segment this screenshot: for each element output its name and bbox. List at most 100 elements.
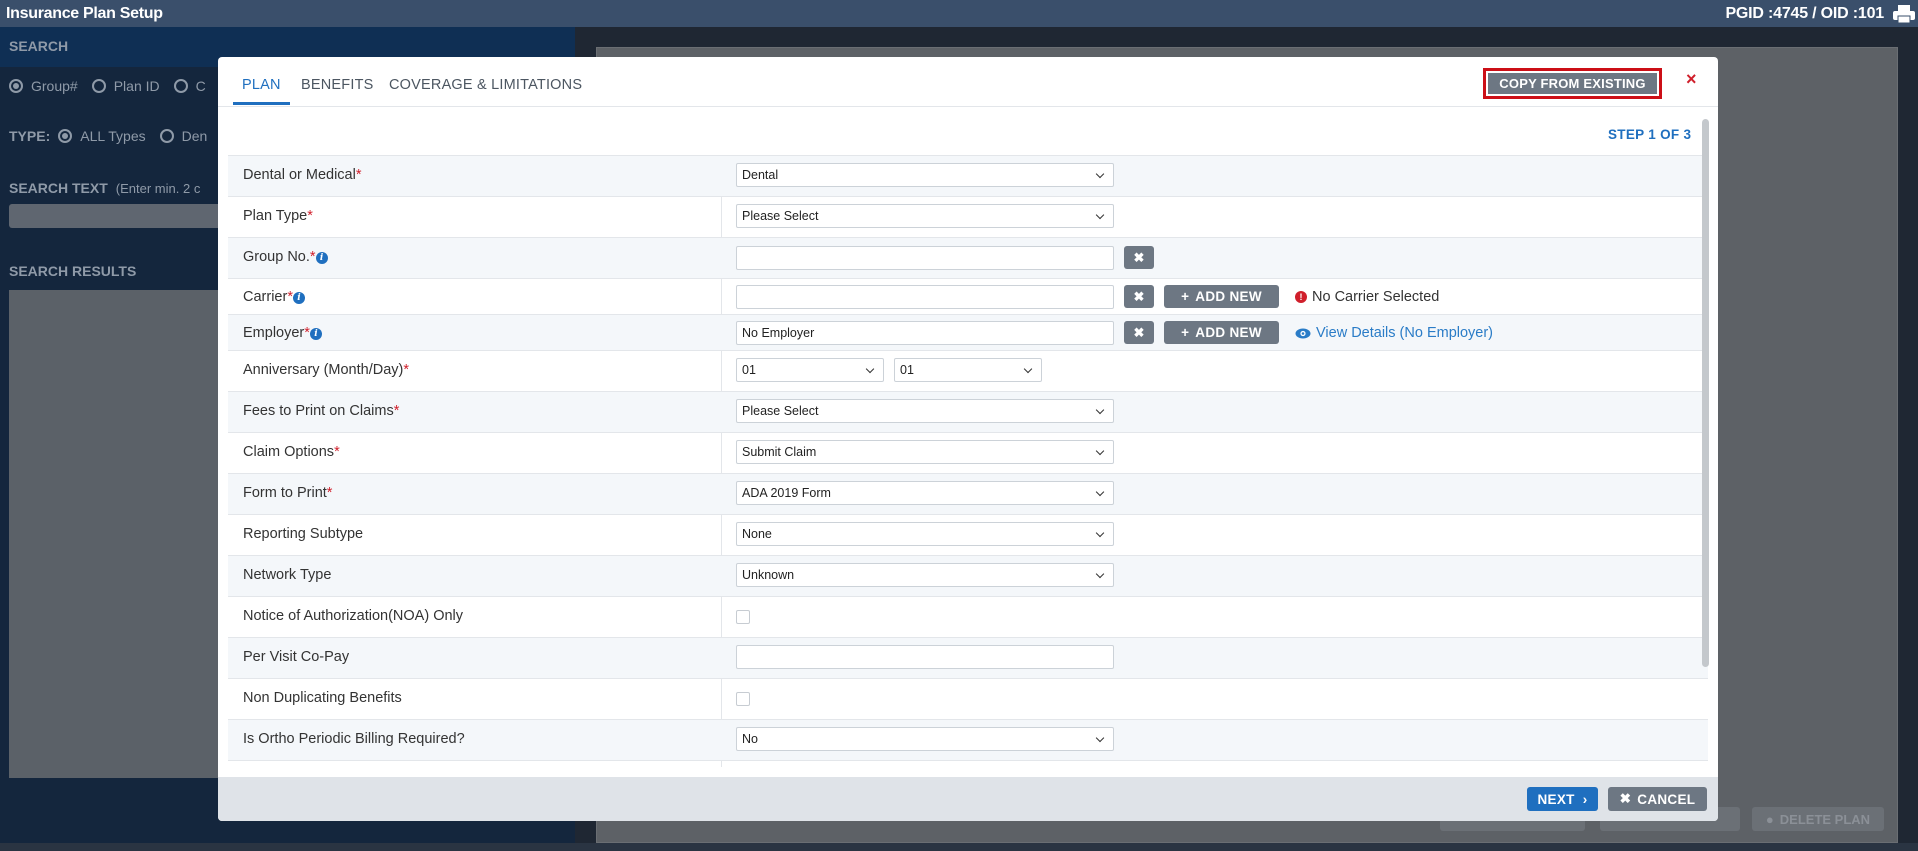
tab-plan[interactable]: PLAN (242, 77, 281, 93)
clear-icon: ✖ (1133, 288, 1145, 304)
label-ortho-periodic-billing: Is Ortho Periodic Billing Required? (243, 731, 465, 747)
form-row-per-visit-copay: Per Visit Co-Pay (228, 638, 1708, 679)
network-type-select[interactable]: Unknown (736, 563, 1114, 587)
active-tab-indicator (233, 102, 290, 105)
label-fees-to-print: Fees to Print on Claims* (243, 403, 400, 419)
label-group-no: Group No.* i (243, 249, 328, 265)
anniversary-day-select[interactable]: 01 (894, 358, 1042, 382)
next-label: NEXT (1537, 791, 1575, 807)
reporting-subtype-select[interactable]: None (736, 522, 1114, 546)
claim-options-select[interactable]: Submit Claim (736, 440, 1114, 464)
clear-icon: ✖ (1133, 249, 1145, 265)
search-text-label: SEARCH TEXT (9, 180, 108, 196)
pgid-oid-readout: PGID :4745 / OID :101 (1725, 5, 1884, 22)
form-row-carrier: Carrier* i ✖ + ADD NEW ! No Carrier Select… (228, 279, 1708, 315)
dental-or-medical-select[interactable]: Dental (736, 163, 1114, 187)
radio-label-group: Group# (31, 78, 78, 94)
add-new-employer-button[interactable]: + ADD NEW (1164, 321, 1279, 344)
per-visit-copay-input[interactable] (736, 645, 1114, 669)
form-row-dental-or-medical: Dental or Medical* Dental (228, 156, 1708, 197)
label-noa-only: Notice of Authorization(NOA) Only (243, 608, 464, 624)
noa-only-checkbox[interactable] (736, 610, 750, 624)
step-indicator: STEP 1 OF 3 (1608, 127, 1692, 142)
form-row-fees-to-print: Fees to Print on Claims* Please Select (228, 392, 1708, 433)
add-new-carrier-button[interactable]: + ADD NEW (1164, 285, 1279, 308)
employer-input[interactable]: No Employer (736, 321, 1114, 345)
label-carrier: Carrier* i (243, 289, 305, 305)
radio-label-plan-id: Plan ID (113, 78, 160, 94)
plus-icon: + (1181, 325, 1190, 340)
exclamation-icon: ! (1295, 291, 1307, 303)
copy-from-existing-button[interactable]: COPY FROM EXISTING (1483, 68, 1662, 99)
form-row-plan-type: Plan Type* Please Select (228, 197, 1708, 238)
radio-all-types[interactable] (58, 129, 73, 143)
form-row-partial (228, 761, 1708, 767)
carrier-input[interactable] (736, 285, 1114, 309)
group-no-info-icon[interactable]: i (315, 252, 328, 264)
plus-icon: + (1181, 289, 1190, 304)
non-duplicating-benefits-checkbox[interactable] (736, 692, 750, 706)
group-no-input[interactable] (736, 246, 1114, 270)
tab-coverage-limitations[interactable]: COVERAGE & LIMITATIONS (389, 77, 582, 93)
anniversary-month-select[interactable]: 01 (736, 358, 884, 382)
modal-footer (218, 777, 1718, 821)
label-non-duplicating-benefits: Non Duplicating Benefits (243, 690, 402, 706)
tab-benefits[interactable]: BENEFITS (301, 77, 374, 93)
clear-employer-button[interactable]: ✖ (1124, 321, 1154, 344)
next-button[interactable]: NEXT › (1527, 787, 1598, 811)
no-carrier-warning: ! No Carrier Selected (1295, 289, 1439, 305)
clear-icon: ✖ (1133, 324, 1145, 340)
label-form-to-print: Form to Print* (243, 485, 333, 501)
add-new-employer-label: ADD NEW (1195, 325, 1262, 340)
chevron-right-icon: › (1582, 791, 1588, 807)
radio-label-third: C (195, 78, 206, 94)
type-label: TYPE: (9, 128, 51, 144)
form-row-ortho-periodic-billing: Is Ortho Periodic Billing Required? No (228, 720, 1708, 761)
view-details-text: View Details (No Employer) (1316, 325, 1494, 341)
form-row-reporting-subtype: Reporting Subtype None (228, 515, 1708, 556)
label-per-visit-copay: Per Visit Co-Pay (243, 649, 350, 665)
close-icon: ✖ (1619, 791, 1632, 806)
search-text-heading-row: SEARCH TEXT (Enter min. 2 c (9, 180, 200, 196)
plan-type-select[interactable]: Please Select (736, 204, 1114, 228)
label-anniversary: Anniversary (Month/Day)* (243, 362, 410, 378)
employer-info-icon[interactable]: i (309, 328, 322, 340)
form-row-anniversary: Anniversary (Month/Day)* 01 01 (228, 351, 1708, 392)
radio-dental[interactable] (159, 129, 174, 143)
view-employer-details-link[interactable]: View Details (No Employer) (1295, 325, 1493, 341)
clear-group-no-button[interactable]: ✖ (1124, 246, 1154, 269)
label-reporting-subtype: Reporting Subtype (243, 526, 364, 542)
form-to-print-select[interactable]: ADA 2019 Form (736, 481, 1114, 505)
label-claim-options: Claim Options* (243, 444, 340, 460)
radio-plan-id[interactable] (91, 79, 106, 93)
form-row-form-to-print: Form to Print* ADA 2019 Form (228, 474, 1708, 515)
label-network-type: Network Type (243, 567, 332, 583)
search-heading: SEARCH (9, 38, 69, 54)
radio-group-number[interactable] (9, 79, 23, 93)
fees-to-print-select[interactable]: Please Select (736, 399, 1114, 423)
close-icon[interactable]: × (1686, 69, 1697, 90)
insurance-plan-modal: PLAN BENEFITS COVERAGE & LIMITATIONS COP… (218, 57, 1718, 821)
delete-plan-button[interactable]: ● DELETE PLAN (1752, 807, 1884, 831)
type-options: TYPE: ALL Types Den (9, 128, 207, 144)
form-scrollbar[interactable] (1702, 119, 1709, 667)
form-row-non-duplicating-benefits: Non Duplicating Benefits (228, 679, 1708, 720)
plan-form: Dental or Medical* Dental Plan Type* Ple… (228, 155, 1708, 767)
copy-from-existing-label: COPY FROM EXISTING (1488, 73, 1657, 94)
form-row-claim-options: Claim Options* Submit Claim (228, 433, 1708, 474)
eye-icon (1295, 328, 1311, 338)
radio-third-option[interactable] (173, 79, 188, 93)
trash-icon: ● (1765, 811, 1774, 827)
delete-plan-label: DELETE PLAN (1779, 811, 1871, 827)
cancel-button[interactable]: ✖ CANCEL (1608, 787, 1707, 811)
form-row-network-type: Network Type Unknown (228, 556, 1708, 597)
printer-icon[interactable] (1892, 4, 1916, 24)
label-plan-type: Plan Type* (243, 208, 313, 224)
form-row-noa-only: Notice of Authorization(NOA) Only (228, 597, 1708, 638)
ortho-periodic-billing-select[interactable]: No (736, 727, 1114, 751)
radio-label-dental: Den (181, 128, 208, 144)
modal-header: PLAN BENEFITS COVERAGE & LIMITATIONS COP… (218, 57, 1718, 107)
clear-carrier-button[interactable]: ✖ (1124, 285, 1154, 308)
carrier-info-icon[interactable]: i (292, 292, 305, 304)
search-text-hint: (Enter min. 2 c (115, 180, 201, 196)
